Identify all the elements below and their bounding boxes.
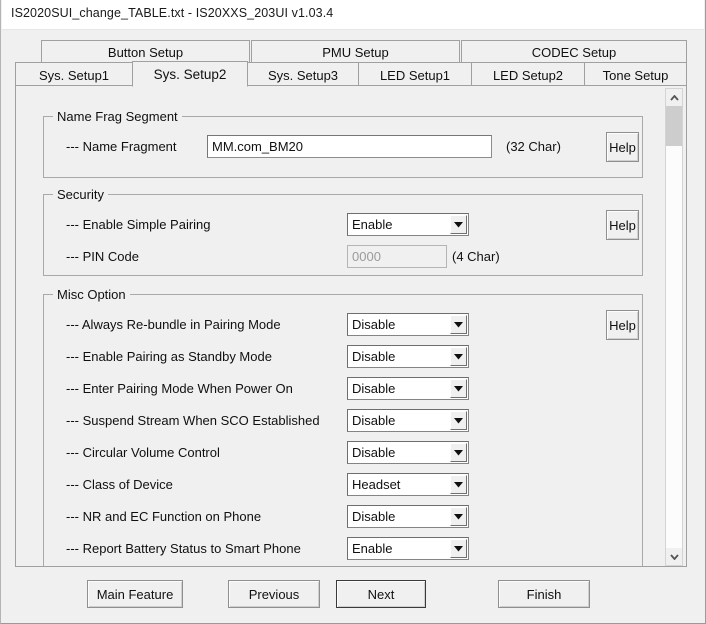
label-misc-row-0: --- Always Re-bundle in Pairing Mode xyxy=(66,317,281,332)
tab-sys-setup2[interactable]: Sys. Setup2 xyxy=(132,61,248,87)
group-name-frag-segment: Name Frag Segment --- Name Fragment MM.c… xyxy=(43,109,643,178)
tab-label: LED Setup1 xyxy=(379,67,451,83)
group-misc-option: Misc Option --- Always Re-bundle in Pair… xyxy=(43,287,643,566)
chevron-down-icon[interactable] xyxy=(450,379,467,398)
next-button[interactable]: Next xyxy=(336,580,426,608)
label-misc-row-5: --- Class of Device xyxy=(66,477,173,492)
tab-sys-setup1[interactable]: Sys. Setup1 xyxy=(15,62,133,87)
combo-value-misc-row-4: Disable xyxy=(352,445,396,460)
combo-misc-row-6[interactable]: Disable xyxy=(347,505,469,528)
combo-misc-row-1[interactable]: Disable xyxy=(347,345,469,368)
tab-codec-setup[interactable]: CODEC Setup xyxy=(461,40,687,64)
main-feature-button[interactable]: Main Feature xyxy=(87,580,183,608)
tab-label: Sys. Setup3 xyxy=(267,67,339,83)
tab-label: Sys. Setup1 xyxy=(38,67,110,83)
combo-misc-row-3[interactable]: Disable xyxy=(347,409,469,432)
chevron-down-icon[interactable] xyxy=(450,215,467,234)
tab-label: CODEC Setup xyxy=(531,45,617,60)
combo-enable-simple-pairing[interactable]: Enable xyxy=(347,213,469,236)
vertical-scrollbar[interactable] xyxy=(665,88,683,566)
pin-code-input: 0000 xyxy=(347,245,447,268)
label-misc-row-1: --- Enable Pairing as Standby Mode xyxy=(66,349,272,364)
scrollbar-track[interactable] xyxy=(666,106,682,548)
pin-code-char-note: (4 Char) xyxy=(452,249,500,264)
combo-misc-row-7[interactable]: Enable xyxy=(347,537,469,560)
tab-label: Sys. Setup2 xyxy=(153,66,227,82)
combo-misc-row-0[interactable]: Disable xyxy=(347,313,469,336)
tab-row-upper: Button Setup PMU Setup CODEC Setup xyxy=(15,40,687,64)
title-bar: IS2020SUI_change_TABLE.txt - IS20XXS_203… xyxy=(2,0,704,30)
chevron-down-icon[interactable] xyxy=(450,539,467,558)
combo-value-misc-row-2: Disable xyxy=(352,381,396,396)
chevron-down-icon[interactable] xyxy=(450,443,467,462)
combo-value-misc-row-3: Disable xyxy=(352,413,396,428)
help-button-security[interactable]: Help xyxy=(606,210,639,240)
label-enable-simple-pairing: --- Enable Simple Pairing xyxy=(66,217,211,232)
combo-misc-row-4[interactable]: Disable xyxy=(347,441,469,464)
combo-value-misc-row-6: Disable xyxy=(352,509,396,524)
combo-value-misc-row-7: Enable xyxy=(352,541,393,556)
chevron-up-icon[interactable] xyxy=(666,89,682,106)
combo-value-misc-row-1: Disable xyxy=(352,349,396,364)
label-misc-row-3: --- Suspend Stream When SCO Established xyxy=(66,413,320,428)
label-pin-code: --- PIN Code xyxy=(66,249,139,264)
group-security: Security --- Enable Simple Pairing Enabl… xyxy=(43,187,643,276)
tab-row-lower: Sys. Setup1 Sys. Setup2 Sys. Setup3 LED Set… xyxy=(15,61,687,87)
combo-misc-row-2[interactable]: Disable xyxy=(347,377,469,400)
chevron-down-icon[interactable] xyxy=(450,347,467,366)
tab-label: LED Setup2 xyxy=(492,67,564,83)
label-misc-row-4: --- Circular Volume Control xyxy=(66,445,220,460)
application-window: IS2020SUI_change_TABLE.txt - IS20XXS_203… xyxy=(0,0,706,624)
combo-value-enable-simple-pairing: Enable xyxy=(352,217,393,232)
tab-strip: Button Setup PMU Setup CODEC Setup Sys. Se… xyxy=(15,40,687,87)
help-button-name-frag[interactable]: Help xyxy=(606,132,639,162)
tab-label: Tone Setup xyxy=(602,67,669,83)
chevron-down-icon[interactable] xyxy=(450,315,467,334)
chevron-down-icon[interactable] xyxy=(450,475,467,494)
button-label: Previous xyxy=(248,586,300,602)
tab-led-setup1[interactable]: LED Setup1 xyxy=(358,62,472,87)
previous-button[interactable]: Previous xyxy=(228,580,320,608)
label-misc-row-7: --- Report Battery Status to Smart Phone xyxy=(66,541,301,556)
tab-sys-setup3[interactable]: Sys. Setup3 xyxy=(247,62,359,87)
button-bar: Main Feature Previous Next Finish xyxy=(1,580,706,614)
tab-pmu-setup[interactable]: PMU Setup xyxy=(251,40,460,64)
tab-label: Button Setup xyxy=(107,45,184,60)
button-label: Next xyxy=(367,586,395,602)
tab-label: PMU Setup xyxy=(322,45,389,60)
combo-misc-row-5[interactable]: Headset xyxy=(347,473,469,496)
combo-value-misc-row-0: Disable xyxy=(352,317,396,332)
scrollbar-thumb[interactable] xyxy=(666,106,682,146)
name-fragment-input[interactable]: MM.com_BM20 xyxy=(207,135,492,158)
group-legend-security: Security xyxy=(53,187,108,202)
button-label: Finish xyxy=(526,586,562,602)
tab-tone-setup[interactable]: Tone Setup xyxy=(584,62,687,87)
finish-button[interactable]: Finish xyxy=(498,580,590,608)
window-title: IS2020SUI_change_TABLE.txt - IS20XXS_203… xyxy=(11,6,334,20)
tab-content-panel: Name Frag Segment --- Name Fragment MM.c… xyxy=(15,85,687,567)
label-misc-row-6: --- NR and EC Function on Phone xyxy=(66,509,262,524)
label-name-fragment: --- Name Fragment xyxy=(66,139,177,154)
chevron-down-icon[interactable] xyxy=(666,548,682,565)
name-fragment-char-note: (32 Char) xyxy=(506,139,561,154)
group-legend-name-frag: Name Frag Segment xyxy=(53,109,182,124)
label-misc-row-2: --- Enter Pairing Mode When Power On xyxy=(66,381,293,396)
button-label: Main Feature xyxy=(96,586,174,602)
chevron-down-icon[interactable] xyxy=(450,507,467,526)
group-legend-misc-option: Misc Option xyxy=(53,287,130,302)
tab-content-scroll-area: Name Frag Segment --- Name Fragment MM.c… xyxy=(16,86,664,566)
tab-led-setup2[interactable]: LED Setup2 xyxy=(471,62,585,87)
chevron-down-icon[interactable] xyxy=(450,411,467,430)
combo-value-misc-row-5: Headset xyxy=(352,477,401,492)
help-button-misc-option[interactable]: Help xyxy=(606,310,639,340)
